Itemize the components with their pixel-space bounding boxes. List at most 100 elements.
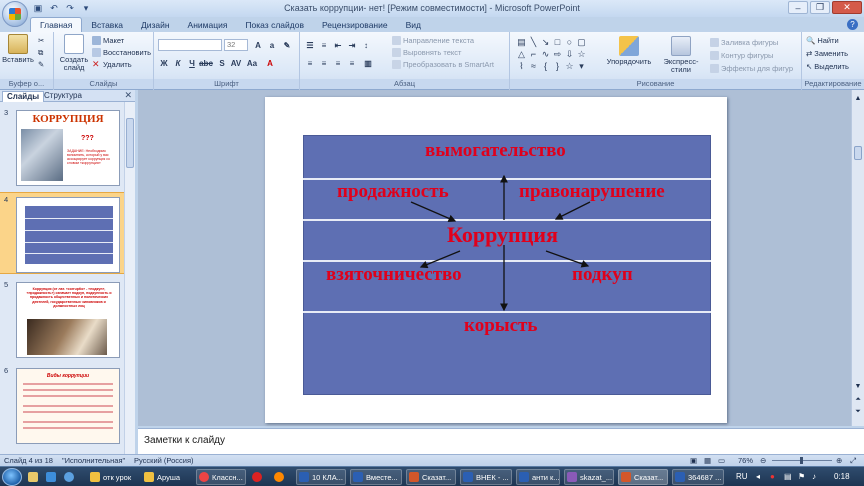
language-indicator[interactable]: Русский (Россия) [134, 456, 194, 465]
columns-icon[interactable]: ▥ [362, 57, 374, 69]
tab-insert[interactable]: Вставка [82, 18, 132, 32]
brace-left-shape-icon[interactable]: { [540, 61, 551, 72]
flag-icon[interactable]: ⚑ [798, 472, 805, 481]
word-bottom[interactable]: корысть [464, 315, 537, 337]
maximize-button[interactable]: ❐ [810, 1, 830, 14]
zoom-out-icon[interactable]: ⊖ [760, 456, 766, 465]
word-left-upper[interactable]: продажность [337, 181, 449, 203]
numbering-icon[interactable]: ≡ [318, 39, 330, 51]
scroll-up-icon[interactable]: ▲ [852, 92, 864, 104]
find-button[interactable]: 🔍 Найти [806, 36, 839, 45]
spacing-icon[interactable]: AV [230, 57, 242, 69]
font-size-combo[interactable]: 32 [224, 39, 248, 51]
freeform-shape-icon[interactable]: ⌇ [516, 61, 527, 72]
oval-shape-icon[interactable]: ○ [564, 37, 575, 48]
minimize-button[interactable]: – [788, 1, 808, 14]
curve-shape-icon[interactable]: ∿ [540, 49, 551, 60]
word-right-upper[interactable]: правонарушение [519, 181, 665, 203]
shrink-font-icon[interactable]: a [266, 39, 278, 51]
align-right-icon[interactable]: ≡ [332, 57, 344, 69]
zoom-in-icon[interactable]: ⊕ [836, 456, 842, 465]
thumbnail-slide-6[interactable]: 6 Виды коррупции [0, 364, 135, 446]
tab-slideshow[interactable]: Показ слайдов [236, 18, 313, 32]
editor-scrollbar[interactable]: ▲ ▼ ⏶ ⏷ [851, 90, 864, 426]
tab-home[interactable]: Главная [30, 17, 83, 32]
thumbnail-slide-4[interactable]: 4 [0, 192, 135, 274]
language-tray[interactable]: RU [736, 472, 748, 481]
elbow-shape-icon[interactable]: ⌐ [528, 49, 539, 60]
shadow-icon[interactable]: S [216, 57, 228, 69]
layout-button[interactable]: Макет [92, 36, 124, 45]
yandex-icon[interactable] [272, 469, 288, 485]
taskbar-item-11[interactable]: 364687 ... [672, 469, 724, 485]
notes-pane[interactable]: Заметки к слайду [138, 428, 864, 454]
thumbnails-scrollbar[interactable] [124, 102, 135, 454]
close-button[interactable]: ✕ [832, 1, 862, 14]
tab-view[interactable]: Вид [397, 18, 430, 32]
line-shape-icon[interactable]: ╲ [528, 37, 539, 48]
fit-window-icon[interactable]: ⤢ [850, 456, 856, 466]
align-text-button[interactable]: Выровнять текст [392, 48, 461, 57]
bullets-icon[interactable]: ☰ [304, 39, 316, 51]
wave-shape-icon[interactable]: ≈ [528, 61, 539, 72]
select-button[interactable]: ↖ Выделить [806, 62, 849, 71]
word-left-lower[interactable]: взяточничество [326, 264, 462, 286]
taskbar-item-1[interactable]: отк урок [88, 469, 140, 485]
taskbar-item-3[interactable]: Классн... [196, 469, 246, 485]
reset-button[interactable]: Восстановить [92, 48, 151, 57]
word-top[interactable]: вымогательство [425, 140, 566, 162]
zoom-level[interactable]: 76% [738, 456, 753, 465]
tab-design[interactable]: Дизайн [132, 18, 179, 32]
copy-icon[interactable]: ⧉ [38, 48, 43, 58]
align-left-icon[interactable]: ≡ [304, 57, 316, 69]
taskbar-item-9[interactable]: skazat_... [564, 469, 614, 485]
justify-icon[interactable]: ≡ [346, 57, 358, 69]
italic-icon[interactable]: К [172, 57, 184, 69]
shape-outline-button[interactable]: Контур фигуры [710, 51, 773, 60]
clear-format-icon[interactable]: ✎ [281, 39, 293, 51]
outdent-icon[interactable]: ⇤ [332, 39, 344, 51]
format-painter-icon[interactable]: ✎ [38, 60, 44, 69]
rounded-rect-shape-icon[interactable]: ▢ [576, 37, 587, 48]
antivirus-icon[interactable]: ● [770, 472, 775, 481]
clock[interactable]: 0:18 [834, 472, 850, 481]
text-direction-button[interactable]: Направление текста [392, 36, 474, 45]
zoom-slider-thumb[interactable] [800, 457, 803, 464]
new-slide-button[interactable]: Создать слайд [57, 34, 91, 72]
line-spacing-icon[interactable]: ↕ [360, 39, 372, 51]
star-shape-icon[interactable]: ☆ [576, 49, 587, 60]
font-color-icon[interactable]: A [264, 57, 276, 69]
prev-slide-icon[interactable]: ⏶ [852, 394, 864, 406]
taskbar-item-7[interactable]: ВНЕК - ... [460, 469, 512, 485]
arrow-shape-icon[interactable]: ↘ [540, 37, 551, 48]
opera-icon[interactable] [250, 469, 266, 485]
underline-icon[interactable]: Ч [186, 57, 198, 69]
text-box-shape-icon[interactable]: ▤ [516, 37, 527, 48]
tab-slides-pane[interactable]: Слайды [2, 91, 45, 102]
taskbar-item-6[interactable]: Сказат... [406, 469, 456, 485]
help-icon[interactable]: ? [847, 19, 858, 30]
shape-fill-button[interactable]: Заливка фигуры [710, 38, 778, 47]
arrange-button[interactable]: Упорядочить [604, 36, 654, 66]
taskbar-item-2[interactable]: Аруша [142, 469, 194, 485]
ie-icon[interactable] [62, 469, 78, 485]
explorer-icon[interactable] [26, 469, 42, 485]
next-slide-icon[interactable]: ⏷ [852, 406, 864, 418]
bold-icon[interactable]: Ж [158, 57, 170, 69]
delete-slide-button[interactable]: ✕ Удалить [92, 60, 132, 70]
more-star-shape-icon[interactable]: ☆ [564, 61, 575, 72]
case-icon[interactable]: Aa [246, 57, 258, 69]
indent-icon[interactable]: ⇥ [346, 39, 358, 51]
word-right-lower[interactable]: подкуп [572, 264, 633, 286]
taskbar-item-5[interactable]: Вместе... [350, 469, 402, 485]
tab-outline-pane[interactable]: Структура [40, 91, 86, 102]
brace-right-shape-icon[interactable]: } [552, 61, 563, 72]
strikethrough-icon[interactable]: abc [199, 57, 213, 69]
start-button[interactable] [2, 468, 22, 486]
replace-button[interactable]: ⇄ Заменить [806, 49, 848, 58]
slideshow-view-icon[interactable]: ▭ [718, 456, 725, 465]
media-player-icon[interactable] [44, 469, 60, 485]
shape-effects-button[interactable]: Эффекты для фигур [710, 64, 793, 73]
thumbnail-slide-3[interactable]: 3 КОРРУПЦИЯ ??? ЗАДАНИЕ: Необходимо вспо… [0, 106, 135, 188]
volume-icon[interactable]: ♪ [812, 472, 816, 481]
